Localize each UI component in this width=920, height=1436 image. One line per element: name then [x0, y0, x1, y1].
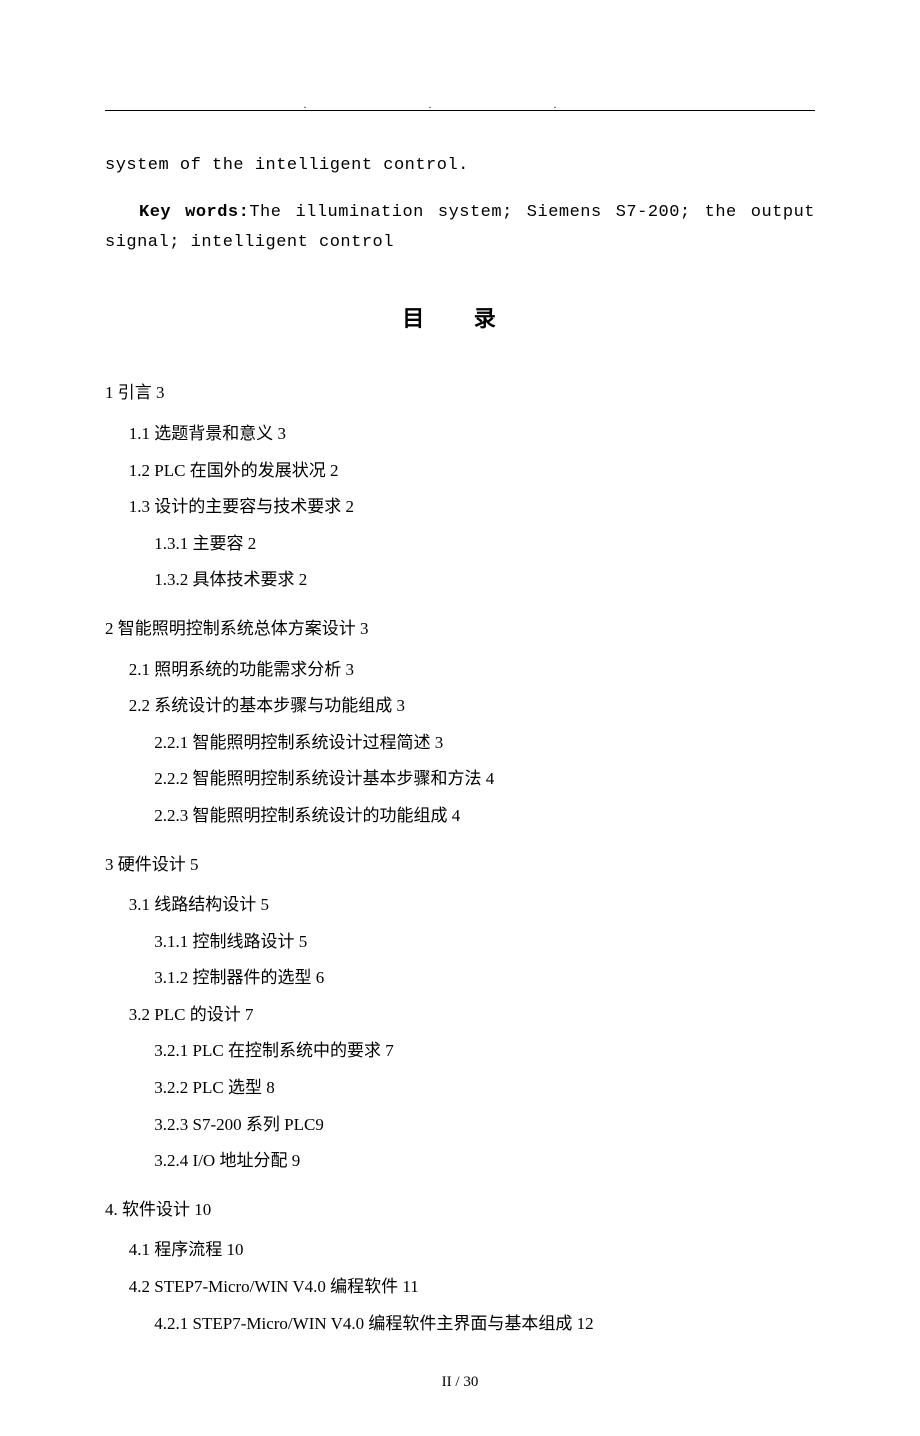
toc-item: 2.1 照明系统的功能需求分析 3 — [105, 655, 815, 686]
toc-item: 3.2.4 I/O 地址分配 9 — [105, 1146, 815, 1177]
toc-item: 3.1.1 控制线路设计 5 — [105, 927, 815, 958]
toc-item: 3 硬件设计 5 — [105, 850, 815, 881]
toc-item: 3.2.2 PLC 选型 8 — [105, 1073, 815, 1104]
keywords-label: Key words: — [139, 203, 249, 222]
toc-item: 4. 软件设计 10 — [105, 1195, 815, 1226]
toc-item: 4.2.1 STEP7-Micro/WIN V4.0 编程软件主界面与基本组成 … — [105, 1309, 815, 1340]
toc-item: 3.2.1 PLC 在控制系统中的要求 7 — [105, 1036, 815, 1067]
toc-item: 2 智能照明控制系统总体方案设计 3 — [105, 614, 815, 645]
toc-item: 2.2 系统设计的基本步骤与功能组成 3 — [105, 691, 815, 722]
toc-item: 4.1 程序流程 10 — [105, 1235, 815, 1266]
toc-item: 1.3.2 具体技术要求 2 — [105, 565, 815, 596]
toc-item: 2.2.2 智能照明控制系统设计基本步骤和方法 4 — [105, 764, 815, 795]
page-footer: II / 30 — [105, 1369, 815, 1396]
header-dots: . . . — [105, 97, 815, 115]
toc-item: 2.2.3 智能照明控制系统设计的功能组成 4 — [105, 801, 815, 832]
toc-item: 1.1 选题背景和意义 3 — [105, 419, 815, 450]
toc-item: 1.3 设计的主要容与技术要求 2 — [105, 492, 815, 523]
intro-line-1: system of the intelligent control. — [105, 151, 815, 182]
toc-item: 1.2 PLC 在国外的发展状况 2 — [105, 456, 815, 487]
toc-item: 1 引言 3 — [105, 378, 815, 409]
toc-title: 目 录 — [105, 299, 815, 339]
toc-list: 1 引言 3 1.1 选题背景和意义 3 1.2 PLC 在国外的发展状况 2 … — [105, 378, 815, 1339]
keywords-block: Key words:The illumination system; Sieme… — [105, 198, 815, 259]
toc-item: 3.2.3 S7-200 系列 PLC9 — [105, 1110, 815, 1141]
toc-item: 3.1 线路结构设计 5 — [105, 890, 815, 921]
toc-item: 3.2 PLC 的设计 7 — [105, 1000, 815, 1031]
toc-item: 4.2 STEP7-Micro/WIN V4.0 编程软件 11 — [105, 1272, 815, 1303]
toc-item: 2.2.1 智能照明控制系统设计过程简述 3 — [105, 728, 815, 759]
toc-item: 1.3.1 主要容 2 — [105, 529, 815, 560]
header-rule: . . . — [105, 110, 815, 111]
toc-item: 3.1.2 控制器件的选型 6 — [105, 963, 815, 994]
